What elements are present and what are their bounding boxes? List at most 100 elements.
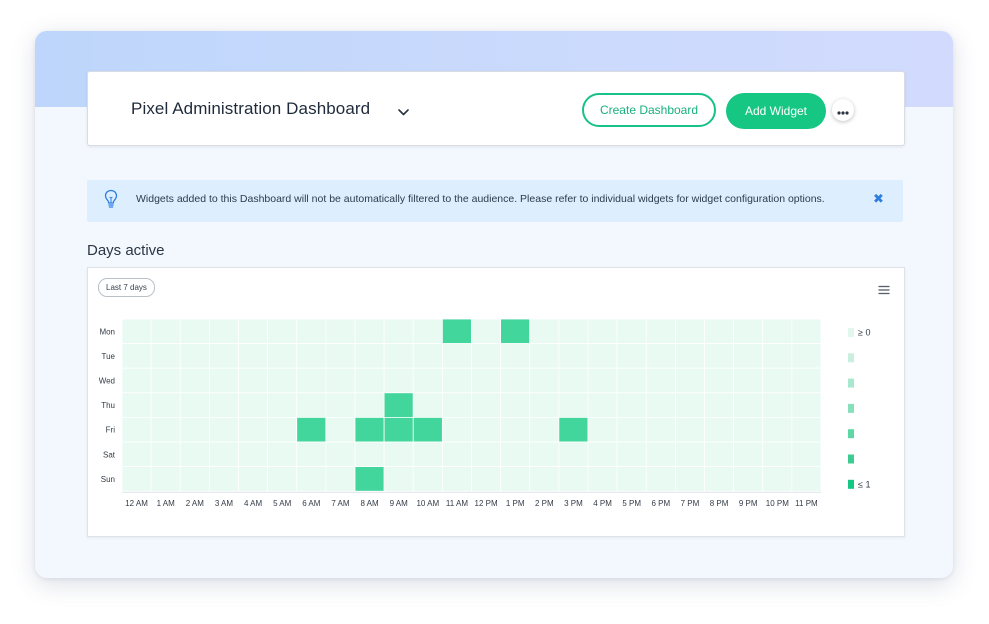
- y-axis-label: Mon: [99, 327, 115, 336]
- more-options-button[interactable]: [832, 99, 854, 121]
- heatmap-cell: [441, 318, 472, 345]
- heatmap-cell: [674, 392, 705, 418]
- x-axis-label: 12 AM: [125, 499, 148, 508]
- heatmap-cell: [325, 441, 356, 468]
- heatmap-cell: [529, 318, 560, 345]
- x-axis-label: 11 PM: [795, 499, 818, 508]
- heatmap-cell: [179, 318, 210, 345]
- heatmap-cell: [121, 466, 152, 492]
- heatmap-cell: [674, 318, 705, 345]
- heatmap-cell: [208, 343, 239, 369]
- heatmap-cell: [529, 392, 560, 418]
- heatmap-cell: [587, 343, 618, 369]
- heatmap-cell: [267, 441, 298, 468]
- heatmap-cell: [558, 318, 589, 345]
- heatmap-cell: [238, 318, 269, 345]
- heatmap-cell: [674, 343, 705, 369]
- heatmap-cell: [296, 367, 327, 394]
- heatmap-cell: [412, 416, 443, 443]
- heatmap-cell: [121, 343, 152, 369]
- x-axis-label: 8 AM: [360, 499, 379, 508]
- heatmap-cell: [733, 343, 764, 369]
- heatmap-cell: [733, 441, 764, 468]
- app-frame: Pixel Administration Dashboard Create Da…: [35, 31, 953, 578]
- legend-swatch: [848, 454, 854, 464]
- heatmap-cell: [471, 367, 502, 394]
- heatmap-cell: [733, 318, 764, 345]
- heatmap-cell: [587, 466, 618, 492]
- heatmap-cell: [704, 343, 735, 369]
- dashboard-header: Pixel Administration Dashboard Create Da…: [87, 71, 905, 146]
- heatmap-cell: [762, 343, 793, 369]
- heatmap-cell: [645, 416, 676, 443]
- heatmap-cell: [587, 416, 618, 443]
- heatmap-cell: [296, 343, 327, 369]
- heatmap-cell: [441, 416, 472, 443]
- heatmap-cell: [179, 466, 210, 492]
- heatmap-cell: [150, 367, 181, 394]
- heatmap-cell: [616, 392, 647, 418]
- legend-min-label: ≥ 0: [858, 328, 870, 338]
- y-axis-label: Sat: [103, 450, 116, 459]
- heatmap-cell: [383, 416, 414, 443]
- heatmap-cell: [208, 441, 239, 468]
- heatmap-cell: [674, 466, 705, 492]
- heatmap-cell: [179, 392, 210, 418]
- y-axis-label: Wed: [99, 377, 115, 386]
- heatmap-cell: [354, 392, 385, 418]
- heatmap-cell: [558, 367, 589, 394]
- dashboard-title[interactable]: Pixel Administration Dashboard: [131, 99, 370, 119]
- add-widget-button[interactable]: Add Widget: [726, 93, 826, 129]
- heatmap-cell: [645, 392, 676, 418]
- x-axis-label: 4 PM: [593, 499, 612, 508]
- heatmap-cell: [208, 318, 239, 345]
- days-active-heatmap: Mon Tue Wed Thu Fri Sat Sun 12 AM 1 AM 2 AM 3 AM 4 …: [99, 318, 870, 508]
- heatmap-cell: [674, 416, 705, 443]
- heatmap-cell: [238, 367, 269, 394]
- legend-max-label: ≤ 1: [858, 479, 870, 489]
- x-axis-label: 2 AM: [186, 499, 205, 508]
- heatmap-cell: [354, 416, 385, 443]
- x-axis-label: 1 AM: [157, 499, 176, 508]
- heatmap-cell: [587, 392, 618, 418]
- heatmap-cell: [150, 318, 181, 345]
- chevron-down-icon[interactable]: [398, 103, 409, 121]
- heatmap-cell: [645, 318, 676, 345]
- x-axis-label: 6 PM: [651, 499, 670, 508]
- heatmap-cell: [238, 441, 269, 468]
- heatmap-cell: [354, 343, 385, 369]
- heatmap-cell: [238, 392, 269, 418]
- heatmap-cell: [616, 416, 647, 443]
- heatmap-cell: [645, 343, 676, 369]
- heatmap-cell: [500, 318, 531, 345]
- y-axis-label: Tue: [102, 352, 116, 361]
- heatmap-cell: [587, 367, 618, 394]
- heatmap-cell: [208, 416, 239, 443]
- create-dashboard-button[interactable]: Create Dashboard: [582, 93, 716, 127]
- heatmap-cell: [325, 392, 356, 418]
- x-axis-label: 9 AM: [390, 499, 409, 508]
- heatmap-cell: [500, 416, 531, 443]
- heatmap-cell: [267, 392, 298, 418]
- heatmap-cell: [441, 392, 472, 418]
- heatmap-cell: [529, 343, 560, 369]
- heatmap-cell: [150, 416, 181, 443]
- heatmap-cell: [150, 343, 181, 369]
- x-axis-label: 6 AM: [302, 499, 321, 508]
- heatmap-cell: [354, 318, 385, 345]
- heatmap-cell: [791, 343, 822, 369]
- legend-swatch: [848, 403, 854, 413]
- close-icon[interactable]: ✖: [873, 192, 884, 206]
- heatmap-cell: [441, 367, 472, 394]
- heatmap-cell: [791, 367, 822, 394]
- heatmap-cell: [762, 392, 793, 418]
- heatmap-cell: [412, 343, 443, 369]
- heatmap-cell: [121, 416, 152, 443]
- x-axis-label: 12 PM: [475, 499, 498, 508]
- heatmap-cell: [412, 392, 443, 418]
- heatmap-cell: [325, 318, 356, 345]
- heatmap-cell: [208, 466, 239, 492]
- heatmap-cell: [500, 466, 531, 492]
- heatmap-cell: [587, 441, 618, 468]
- legend-swatch: [848, 429, 854, 439]
